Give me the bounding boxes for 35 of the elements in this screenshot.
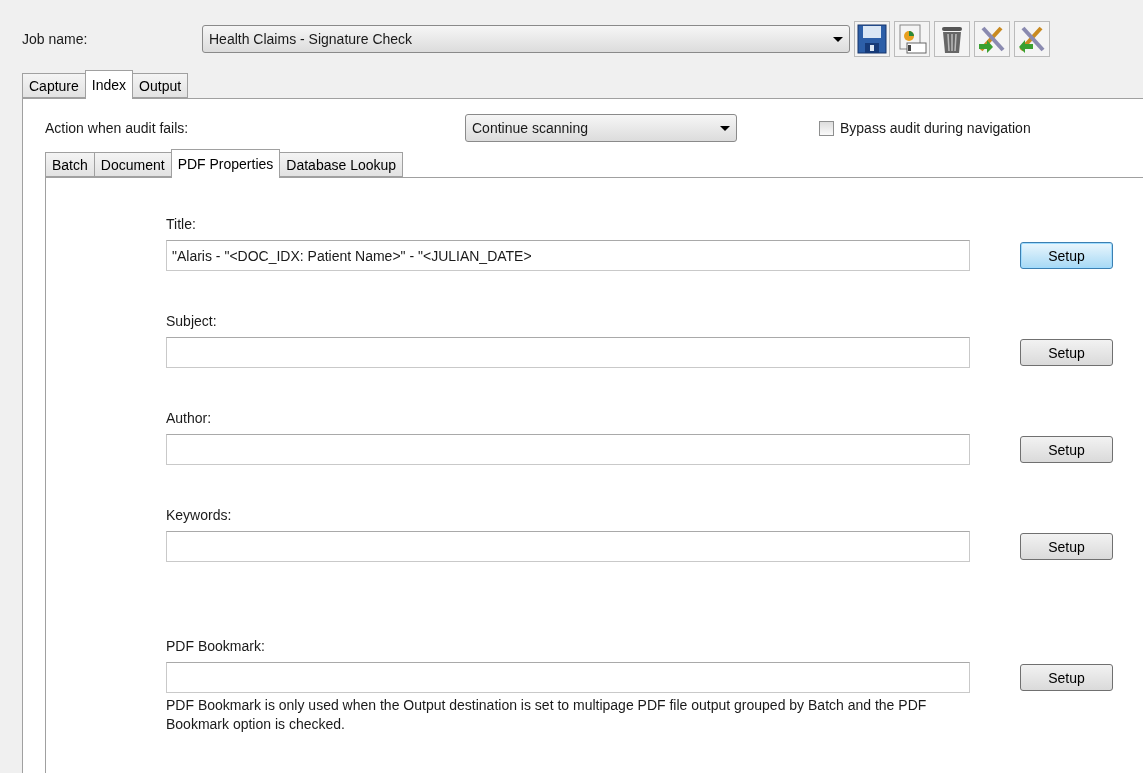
tools-arrow-icon bbox=[977, 24, 1007, 54]
job-name-label: Job name: bbox=[22, 31, 89, 47]
field-label: Subject: bbox=[166, 313, 218, 331]
setup-button[interactable]: Setup bbox=[1020, 242, 1113, 269]
checkbox[interactable] bbox=[819, 120, 834, 136]
setup-button[interactable]: Setup bbox=[1020, 436, 1113, 463]
field-label: Keywords: bbox=[166, 507, 233, 525]
input-field[interactable] bbox=[166, 662, 970, 693]
setup-button[interactable]: Setup bbox=[1020, 664, 1113, 691]
audit-action-dropdown[interactable]: Continue scanning bbox=[465, 114, 737, 142]
checkbox-label: Bypass audit during navigation bbox=[840, 120, 1031, 136]
field-label: Title: bbox=[166, 216, 197, 234]
input-field[interactable] bbox=[166, 434, 970, 465]
input-field[interactable]: "Alaris - "<DOC_IDX: Patient Name>" - "<JULIAN_DATE> bbox=[166, 240, 970, 271]
tab[interactable]: Batch bbox=[45, 152, 95, 177]
tab[interactable]: Index bbox=[84, 70, 134, 99]
toolbar-button[interactable] bbox=[854, 21, 890, 57]
toolbar-button[interactable] bbox=[934, 21, 970, 57]
tab[interactable]: Document bbox=[93, 152, 172, 177]
setup-button[interactable]: Setup bbox=[1020, 339, 1113, 366]
tab[interactable]: PDF Properties bbox=[170, 149, 281, 178]
job-name-dropdown[interactable]: Health Claims - Signature Check bbox=[202, 25, 850, 53]
setup-button[interactable]: Setup bbox=[1020, 533, 1113, 560]
input-field[interactable] bbox=[166, 531, 970, 562]
audit-action-label: Action when audit fails: bbox=[45, 120, 190, 136]
toolbar-button[interactable] bbox=[894, 21, 930, 57]
note-text: PDF Bookmark is only used when the Output destination is set to multipage PDF file output grouped by Batch and the PDF Bookmark option is checked. bbox=[166, 696, 928, 734]
tools-arrow-icon bbox=[1017, 24, 1047, 54]
field-label: PDF Bookmark: bbox=[166, 638, 266, 656]
input-field[interactable] bbox=[166, 337, 970, 368]
field-label: Author: bbox=[166, 410, 213, 428]
document-chart-icon bbox=[897, 24, 927, 54]
tab[interactable]: Database Lookup bbox=[279, 152, 404, 177]
tab[interactable]: Capture bbox=[22, 73, 86, 98]
tab[interactable]: Output bbox=[132, 73, 189, 98]
